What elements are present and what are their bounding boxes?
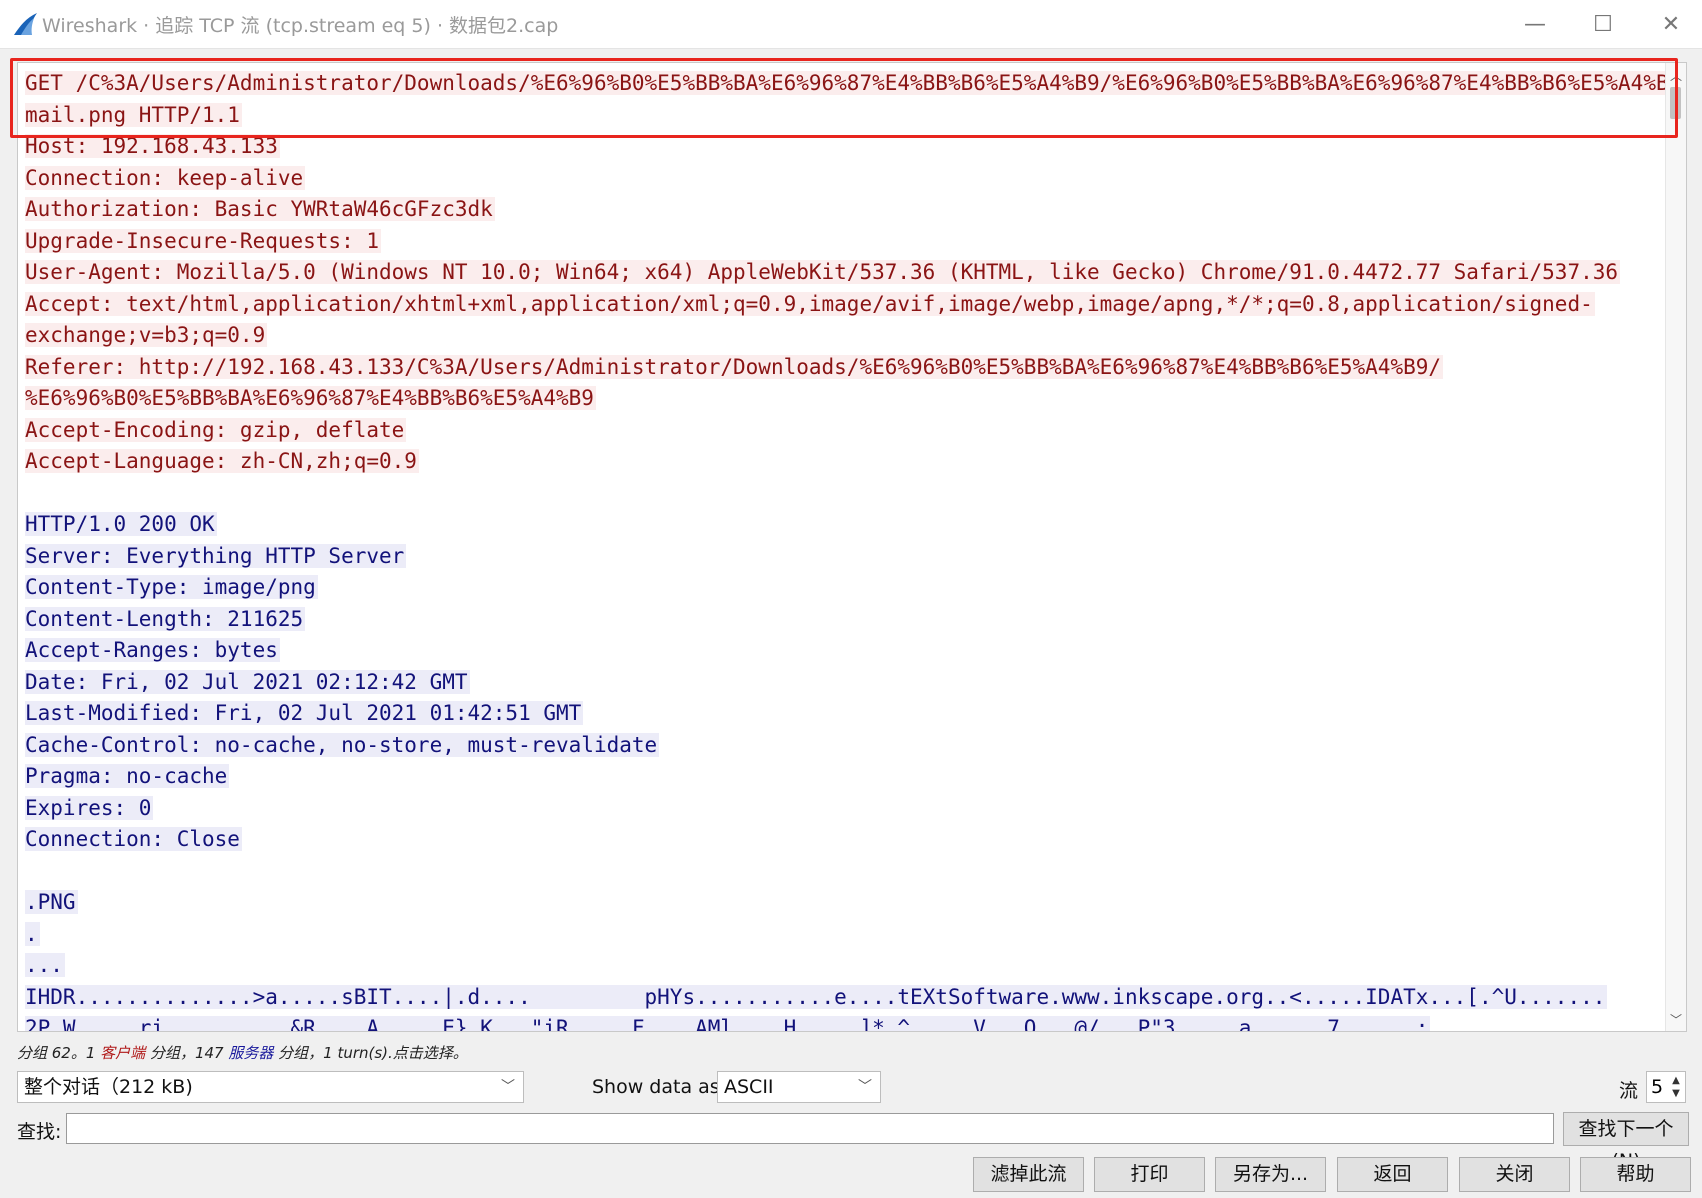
close-button[interactable]: 关闭 — [1459, 1157, 1570, 1192]
show-data-select[interactable]: ASCII ﹀ — [717, 1071, 881, 1103]
stream-line-server: HTTP/1.0 200 OK — [25, 512, 217, 536]
vertical-scrollbar[interactable]: ︿ ﹀ — [1665, 63, 1686, 1031]
chevron-down-icon: ﹀ — [501, 1079, 515, 1095]
stream-line-client: Authorization: Basic YWRtaW46cGFzc3dk — [25, 197, 495, 221]
stream-number-label: 流 — [1619, 1080, 1639, 1102]
help-button[interactable]: 帮助 — [1580, 1157, 1691, 1192]
stream-line-server: Accept-Ranges: bytes — [25, 638, 280, 662]
status-client-word: 客户端 — [100, 1044, 146, 1062]
spin-arrows-icon[interactable]: ▲ ▼ — [1669, 1074, 1683, 1100]
stream-line-client: Accept-Language: zh-CN,zh;q=0.9 — [25, 449, 419, 473]
stream-line-server-body: ... — [25, 953, 65, 977]
stream-line-server: Cache-Control: no-cache, no-store, must-… — [25, 732, 660, 757]
stream-line-client: exchange;v=b3;q=0.9 — [25, 323, 268, 347]
stream-line-server: Last-Modified: Fri, 02 Jul 2021 01:42:51… — [25, 701, 584, 725]
stream-line-client: User-Agent: Mozilla/5.0 (Windows NT 10.0… — [25, 260, 1621, 284]
save-as-button[interactable]: 另存为... — [1215, 1157, 1326, 1192]
chevron-down-icon: ﹀ — [858, 1079, 872, 1095]
show-data-value: ASCII — [724, 1076, 774, 1098]
stream-line-server: Server: Everything HTTP Server — [25, 543, 407, 568]
find-input[interactable] — [66, 1113, 1554, 1144]
show-data-label: Show data as — [592, 1076, 720, 1098]
conversation-select[interactable]: 整个对话（212 kB) ﹀ — [17, 1071, 524, 1103]
stream-line-client: Connection: keep-alive — [25, 165, 306, 190]
print-button[interactable]: 打印 — [1094, 1157, 1205, 1192]
stream-line-client: %E6%96%B0%E5%BB%BA%E6%96%87%E4%BB%B6%E5%… — [25, 386, 596, 410]
stream-number-spinbox[interactable]: 5 ▲ ▼ — [1646, 1071, 1686, 1103]
status-text: 分组，1 turn(s).点击选择。 — [273, 1044, 468, 1062]
filter-out-stream-button[interactable]: 滤掉此流 — [973, 1157, 1084, 1192]
maximize-button[interactable]: ☐ — [1574, 6, 1632, 42]
back-button[interactable]: 返回 — [1337, 1157, 1448, 1192]
stream-line-server-body: 2P.W.....ri..........&R....A.....E}.K...… — [25, 1013, 1665, 1031]
minimize-button[interactable]: — — [1506, 6, 1564, 42]
stream-line-server: Pragma: no-cache — [25, 764, 230, 788]
stream-line-server-body: IHDR..............>a.....sBIT....|.d....… — [25, 984, 1608, 1009]
stream-line-client: Accept-Encoding: gzip, deflate — [25, 417, 407, 442]
stream-status: 分组 62。1 客户端 分组，147 服务器 分组，1 turn(s).点击选择… — [17, 1042, 468, 1063]
stream-line-client: Upgrade-Insecure-Requests: 1 — [25, 228, 382, 253]
status-text: 分组，147 — [145, 1044, 229, 1062]
window-title: Wireshark · 追踪 TCP 流 (tcp.stream eq 5) ·… — [42, 15, 559, 37]
scroll-down-icon[interactable]: ﹀ — [1666, 1009, 1686, 1029]
stream-number-value: 5 — [1651, 1076, 1664, 1098]
stream-line-server-body: .PNG — [25, 890, 78, 914]
stream-line-client: Accept: text/html,application/xhtml+xml,… — [25, 291, 1595, 316]
stream-line-server: Connection: Close — [25, 827, 242, 851]
stream-content: GET /C%3A/Users/Administrator/Downloads/… — [25, 68, 1686, 1031]
stream-line-server: Content-Length: 211625 — [25, 606, 306, 631]
title-bar: Wireshark · 追踪 TCP 流 (tcp.stream eq 5) ·… — [0, 0, 1702, 49]
stream-line-server: Expires: 0 — [25, 795, 154, 820]
wireshark-fin-icon — [14, 13, 37, 35]
stream-line-server-body: . — [25, 921, 40, 946]
stream-line-server: Content-Type: image/png — [25, 575, 318, 599]
conversation-select-value: 整个对话（212 kB) — [24, 1076, 193, 1098]
close-window-button[interactable]: ✕ — [1642, 6, 1700, 42]
stream-text-view[interactable]: GET /C%3A/Users/Administrator/Downloads/… — [17, 62, 1687, 1032]
find-next-button[interactable]: 查找下一个(N) — [1563, 1112, 1689, 1172]
find-label: 查找: — [17, 1121, 62, 1143]
stream-line-server: Date: Fri, 02 Jul 2021 02:12:42 GMT — [25, 669, 470, 694]
status-text: 分组 62。1 — [17, 1044, 101, 1062]
red-annotation-box — [10, 58, 1678, 138]
stream-line-client: Referer: http://192.168.43.133/C%3A/User… — [25, 354, 1444, 379]
status-server-word: 服务器 — [228, 1044, 274, 1062]
